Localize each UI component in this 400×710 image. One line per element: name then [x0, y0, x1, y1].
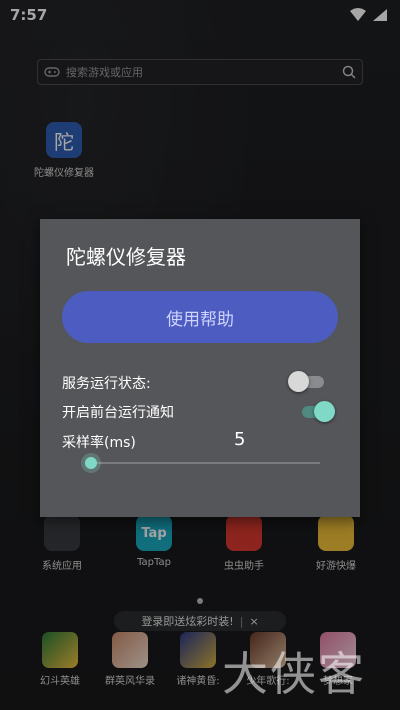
service-status-toggle[interactable]: [288, 371, 328, 392]
toggle-thumb: [314, 401, 335, 422]
foreground-notify-label: 开启前台运行通知: [62, 405, 174, 421]
sample-rate-value: 5: [234, 429, 246, 450]
help-button[interactable]: 使用帮助: [62, 291, 338, 343]
watermark-logo: 大侠客: [222, 647, 366, 701]
sample-rate-slider-track[interactable]: [88, 462, 320, 464]
sample-rate-slider-thumb[interactable]: [85, 457, 97, 469]
dialog-title: 陀螺仪修复器: [66, 245, 186, 269]
foreground-notify-toggle[interactable]: [296, 401, 336, 422]
gyro-fixer-dialog: 陀螺仪修复器 使用帮助 服务运行状态: 开启前台运行通知 采样率(ms) 5: [40, 219, 360, 517]
service-status-label: 服务运行状态:: [62, 376, 151, 392]
toggle-thumb: [288, 371, 309, 392]
sample-rate-label: 采样率(ms): [62, 435, 136, 451]
